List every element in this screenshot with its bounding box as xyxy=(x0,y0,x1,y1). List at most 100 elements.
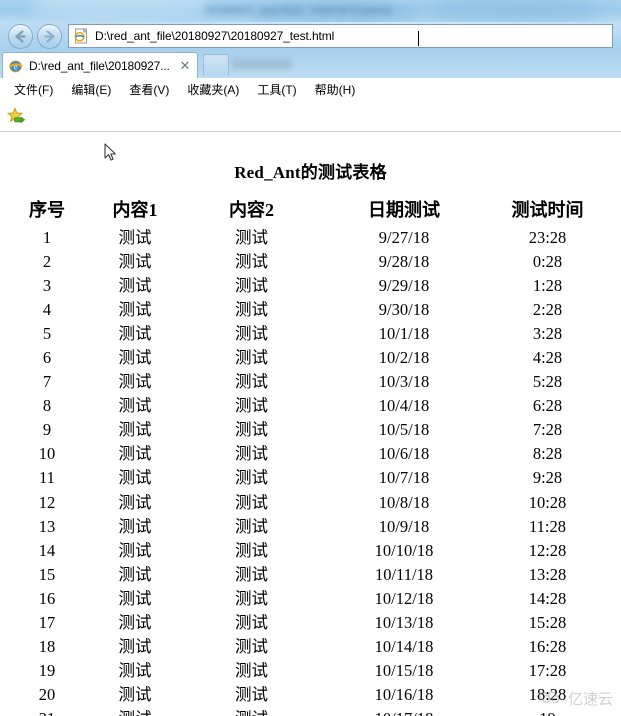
cell-date: 10/17/18 xyxy=(319,707,489,716)
cell-date: 10/16/18 xyxy=(374,685,434,705)
table-row: 16 测试 测试 10/12/18 14:28 xyxy=(8,586,606,610)
cell-index: 14 xyxy=(38,540,56,560)
column-header-content1: 内容1 xyxy=(112,200,158,220)
cell-content1: 测试 xyxy=(118,347,152,367)
cell-content1: 测试 xyxy=(118,468,152,488)
cell-content2: 测试 xyxy=(235,372,268,392)
cell-index: 8 xyxy=(42,396,52,416)
cell-content2: 测试 xyxy=(235,323,268,343)
menu-tools[interactable]: 工具(T) xyxy=(249,79,304,100)
table-row: 20 测试 测试 10/16/18 18:28 xyxy=(8,683,606,707)
cell-content1: 测试 xyxy=(118,444,152,464)
cell-content2: 测试 xyxy=(235,396,268,416)
cell-content2: 测试 xyxy=(235,444,268,464)
cell-index: 4 xyxy=(42,299,52,319)
cell-date: 10/10/18 xyxy=(374,540,434,560)
cell-index: 5 xyxy=(42,323,52,343)
forward-button[interactable] xyxy=(37,24,62,49)
table-row: 17 测试 测试 10/13/18 15:28 xyxy=(8,611,606,635)
cell-index: 10 xyxy=(38,444,56,464)
cell-date: 10/4/18 xyxy=(378,396,430,416)
back-button[interactable] xyxy=(8,24,33,49)
cell-time: 17:28 xyxy=(528,661,567,681)
cell-time: 0:28 xyxy=(532,251,563,271)
ie-logo-icon: e xyxy=(8,58,24,74)
address-bar[interactable]: D:\red_ant_file\20180927\20180927_test.h… xyxy=(68,24,613,48)
cell-index: 2 xyxy=(42,251,52,271)
cell-time: 18:28 xyxy=(528,685,567,705)
cell-time: 23:28 xyxy=(528,227,567,247)
cell-date: 10/14/18 xyxy=(374,637,434,657)
cell-content1: 测试 xyxy=(118,516,152,536)
menu-view[interactable]: 查看(V) xyxy=(121,79,177,100)
cell-index: 21 xyxy=(8,707,86,716)
cell-date: 10/9/18 xyxy=(378,516,430,536)
cell-content2: 测试 xyxy=(235,347,268,367)
cell-index: 19 xyxy=(38,661,56,681)
cell-content2: 测试 xyxy=(235,516,268,536)
cell-time: 2:28 xyxy=(532,299,563,319)
cell-index: 18 xyxy=(38,637,56,657)
cell-content2: 测试 xyxy=(235,588,268,608)
table-row: 2 测试 测试 9/28/18 0:28 xyxy=(8,249,606,273)
cell-content1: 测试 xyxy=(118,613,152,632)
window-title-bar[interactable]: 20180927_test.html - Internet Explorer xyxy=(0,0,621,22)
cell-content1: 测试 xyxy=(118,661,152,681)
cell-date: 9/29/18 xyxy=(378,275,430,295)
window-title-text: 20180927_test.html - Internet Explorer xyxy=(205,5,393,17)
new-tab-button[interactable] xyxy=(203,54,229,76)
table-header-row: 序号 内容1 内容2 日期测试 测试时间 xyxy=(8,195,606,225)
cell-time: 1:28 xyxy=(532,275,563,295)
menu-file[interactable]: 文件(F) xyxy=(6,79,61,100)
cell-time: 8:28 xyxy=(532,444,563,464)
address-bar-url: D:\red_ant_file\20180927\20180927_test.h… xyxy=(95,29,335,43)
browser-window: 20180927_test.html - Internet Explorer D… xyxy=(0,0,621,716)
cell-time: 11:28 xyxy=(529,516,566,536)
cell-content1: 测试 xyxy=(118,685,152,705)
cell-content2: 测试 xyxy=(235,540,268,560)
tab-title: D:\red_ant_file\20180927... xyxy=(29,58,170,73)
cell-content2: 测试 xyxy=(235,227,268,247)
blurred-tab-label xyxy=(232,58,292,69)
cell-index: 13 xyxy=(38,516,56,536)
table-row: 21测试测试10/17/1819 xyxy=(8,707,606,716)
cell-content1: 测试 xyxy=(118,251,152,271)
cell-content2: 测试 xyxy=(235,492,268,512)
cell-date: 10/5/18 xyxy=(378,420,430,440)
cell-index: 9 xyxy=(42,420,52,440)
cell-date: 10/13/18 xyxy=(374,613,434,632)
cell-content2: 测试 xyxy=(235,661,268,681)
table-row: 11 测试 测试 10/7/18 9:28 xyxy=(8,466,606,490)
ie-page-icon xyxy=(73,28,89,44)
cell-content1: 测试 xyxy=(118,540,152,560)
cell-date: 10/3/18 xyxy=(378,372,430,392)
cell-content2: 测试 xyxy=(235,685,268,705)
cell-index: 1 xyxy=(42,227,52,247)
menu-favorites[interactable]: 收藏夹(A) xyxy=(179,79,247,100)
browser-tab[interactable]: e D:\red_ant_file\20180927... ✕ xyxy=(2,52,198,78)
menu-help[interactable]: 帮助(H) xyxy=(307,79,364,100)
add-to-favorites-star-icon[interactable] xyxy=(6,106,28,128)
menu-edit[interactable]: 编辑(E) xyxy=(63,79,119,100)
cell-time: 15:28 xyxy=(528,613,567,632)
cell-time: 12:28 xyxy=(528,540,567,560)
cell-content1: 测试 xyxy=(118,372,152,392)
table-row: 12 测试 测试 10/8/18 10:28 xyxy=(8,490,606,514)
forward-arrow-icon xyxy=(38,28,61,45)
cell-content2: 测试 xyxy=(235,275,268,295)
table-row: 3 测试 测试 9/29/18 1:28 xyxy=(8,273,606,297)
cell-time: 4:28 xyxy=(532,347,563,367)
table-row: 9 测试 测试 10/5/18 7:28 xyxy=(8,418,606,442)
cell-content2: 测试 xyxy=(235,468,268,488)
cell-content1: 测试 xyxy=(118,396,152,416)
cell-time: 3:28 xyxy=(532,323,563,343)
table-row: 7 测试 测试 10/3/18 5:28 xyxy=(8,370,606,394)
cell-date: 10/2/18 xyxy=(378,347,430,367)
cell-content2: 测试 xyxy=(235,613,268,632)
cell-date: 9/27/18 xyxy=(378,227,430,247)
cell-content1: 测试 xyxy=(118,227,152,247)
cell-date: 9/28/18 xyxy=(378,251,430,271)
cell-time: 6:28 xyxy=(532,396,563,416)
cell-time: 10:28 xyxy=(528,492,567,512)
close-icon[interactable]: ✕ xyxy=(177,58,193,74)
